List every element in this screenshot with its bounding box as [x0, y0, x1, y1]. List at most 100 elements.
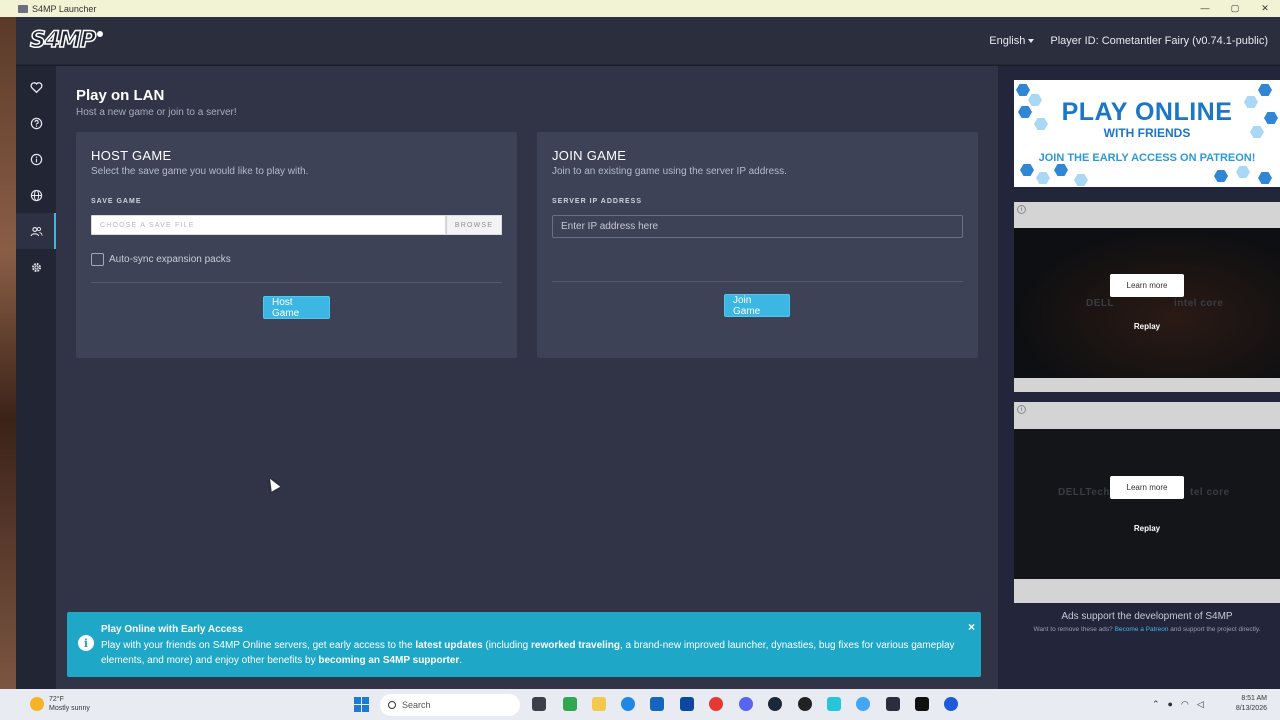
info-icon: [30, 153, 42, 165]
sidebar-item-info[interactable]: [16, 141, 56, 177]
toast-body: Play with your friends on S4MP Online se…: [101, 638, 971, 668]
ads-subnote: Want to remove these ads? Become a Patre…: [1014, 626, 1280, 633]
learn-more-button[interactable]: Learn more: [1110, 476, 1184, 499]
join-game-card: JOIN GAME Join to an existing game using…: [537, 132, 978, 358]
copilot-icon[interactable]: [563, 697, 577, 711]
app-icon[interactable]: [827, 697, 841, 711]
app-icon[interactable]: [856, 697, 870, 711]
sidebar-item-favorites[interactable]: [16, 69, 56, 105]
early-access-toast: i Play Online with Early Access Play wit…: [67, 612, 981, 677]
windows-taskbar: 72°F Mostly sunny Search ⌃ ● ◠ ◁ 8:51 AM…: [0, 689, 1280, 720]
weather-widget[interactable]: 72°F Mostly sunny: [30, 695, 90, 713]
replay-button[interactable]: Replay: [1110, 322, 1184, 331]
ad-info-icon[interactable]: i: [1017, 405, 1026, 414]
join-game-description: Join to an existing game using the serve…: [552, 166, 787, 177]
steam-icon[interactable]: [768, 697, 782, 711]
windows-start-icon[interactable]: [354, 697, 369, 712]
taskbar-search[interactable]: Search: [380, 694, 520, 716]
close-window-button[interactable]: ✕: [1250, 0, 1280, 17]
toast-text: .: [459, 655, 463, 666]
mouse-cursor-icon: [265, 476, 281, 492]
banner-cta: JOIN THE EARLY ACCESS ON PATREON!: [1038, 152, 1256, 164]
hex-decoration: [1036, 172, 1050, 184]
player-id: Player ID: Cometantler Fairy (v0.74.1-pu…: [1050, 34, 1268, 47]
auto-sync-checkbox[interactable]: [91, 253, 104, 266]
maximize-button[interactable]: ▢: [1220, 0, 1250, 17]
store-icon[interactable]: [650, 697, 664, 711]
server-ip-input[interactable]: Enter IP address here: [552, 215, 963, 238]
auto-sync-label[interactable]: Auto-sync expansion packs: [109, 254, 231, 265]
users-icon: [30, 226, 43, 236]
sun-icon: [30, 697, 44, 711]
app-icon[interactable]: [915, 697, 929, 711]
host-game-button[interactable]: Host Game: [263, 296, 330, 319]
close-icon[interactable]: ×: [968, 620, 975, 634]
gear-icon: [31, 262, 41, 272]
clock-date: 8/13/2026: [1235, 705, 1267, 712]
banner-subheadline: WITH FRIENDS: [1103, 126, 1191, 140]
edge-icon[interactable]: [621, 697, 635, 711]
main-content: Play on LAN Host a new game or join to a…: [56, 66, 998, 689]
save-file-picker: CHOOSE A SAVE FILE BROWSE: [91, 215, 502, 235]
ads-panel: PLAY ONLINE WITH FRIENDS JOIN THE EARLY …: [998, 66, 1280, 689]
replay-button[interactable]: Replay: [1110, 524, 1184, 533]
ad-info-icon[interactable]: i: [1017, 205, 1026, 214]
ads-subnote-text: Want to remove these ads?: [1033, 626, 1115, 633]
host-game-card: HOST GAME Select the save game you would…: [76, 132, 517, 358]
hex-decoration: [1020, 164, 1034, 176]
help-icon: [30, 117, 42, 129]
system-tray[interactable]: ⌃ ● ◠ ◁: [1152, 699, 1204, 710]
patreon-banner-ad[interactable]: PLAY ONLINE WITH FRIENDS JOIN THE EARLY …: [1014, 80, 1280, 187]
microphone-icon[interactable]: ●: [1168, 699, 1173, 710]
save-game-label: SAVE GAME: [91, 198, 142, 205]
hex-decoration: [1236, 166, 1250, 178]
sidebar-item-online[interactable]: [16, 177, 56, 213]
globe-icon: [30, 189, 42, 201]
temperature: 72°F: [49, 696, 64, 703]
toast-title: Play Online with Early Access: [101, 624, 243, 635]
ad-brand-left: DELL: [1086, 298, 1115, 309]
banner-headline: PLAY ONLINE: [1061, 98, 1233, 126]
search-placeholder: Search: [402, 700, 431, 710]
minimize-button[interactable]: —: [1190, 0, 1220, 17]
video-ad-2: i DELLTech tel core Learn more Replay: [1014, 402, 1280, 603]
language-dropdown[interactable]: English: [989, 35, 1035, 47]
chrome-icon[interactable]: [709, 697, 723, 711]
file-explorer-icon[interactable]: [592, 697, 606, 711]
desktop-wallpaper: [0, 17, 16, 689]
page-subtitle: Host a new game or join to a server!: [76, 107, 237, 118]
s4mp-taskbar-icon[interactable]: [886, 697, 900, 711]
wifi-icon[interactable]: ◠: [1181, 699, 1189, 710]
volume-icon[interactable]: ◁: [1197, 699, 1204, 710]
sidebar: [16, 66, 56, 689]
browse-button[interactable]: BROWSE: [446, 215, 502, 235]
weather-condition: Mostly sunny: [49, 705, 90, 712]
taskbar-clock[interactable]: 8:51 AM 8/13/2026: [1225, 694, 1267, 714]
heart-icon: [30, 81, 42, 93]
hex-decoration: [1214, 170, 1228, 182]
ea-icon[interactable]: [944, 697, 958, 711]
chevron-up-icon[interactable]: ⌃: [1152, 699, 1160, 710]
learn-more-button[interactable]: Learn more: [1110, 274, 1184, 297]
join-game-button[interactable]: Join Game: [724, 294, 790, 317]
app-icon[interactable]: [798, 697, 812, 711]
sidebar-item-settings[interactable]: [16, 249, 56, 285]
app-icon[interactable]: [680, 697, 694, 711]
toast-text: Play with your friends on S4MP Online se…: [101, 640, 308, 651]
save-file-input[interactable]: CHOOSE A SAVE FILE: [91, 215, 446, 235]
ads-note: Ads support the development of S4MP: [1061, 611, 1233, 622]
logo-text: S4MP: [29, 27, 97, 54]
discord-icon[interactable]: [739, 697, 753, 711]
page-title: Play on LAN: [76, 87, 165, 104]
toast-text: , get early access to the: [307, 640, 416, 651]
task-view-icon[interactable]: [532, 697, 546, 711]
hex-decoration: [1258, 84, 1272, 96]
toast-highlight: latest updates: [415, 640, 483, 651]
sidebar-item-lan[interactable]: [16, 213, 56, 249]
ads-subnote-text: and support the project directly.: [1168, 626, 1261, 633]
become-patreon-link[interactable]: Become a Patreon: [1115, 626, 1169, 633]
toast-highlight: becoming an S4MP supporter: [318, 655, 460, 666]
hex-decoration: [1016, 84, 1030, 96]
sidebar-item-help[interactable]: [16, 105, 56, 141]
app-icon: [18, 4, 28, 13]
